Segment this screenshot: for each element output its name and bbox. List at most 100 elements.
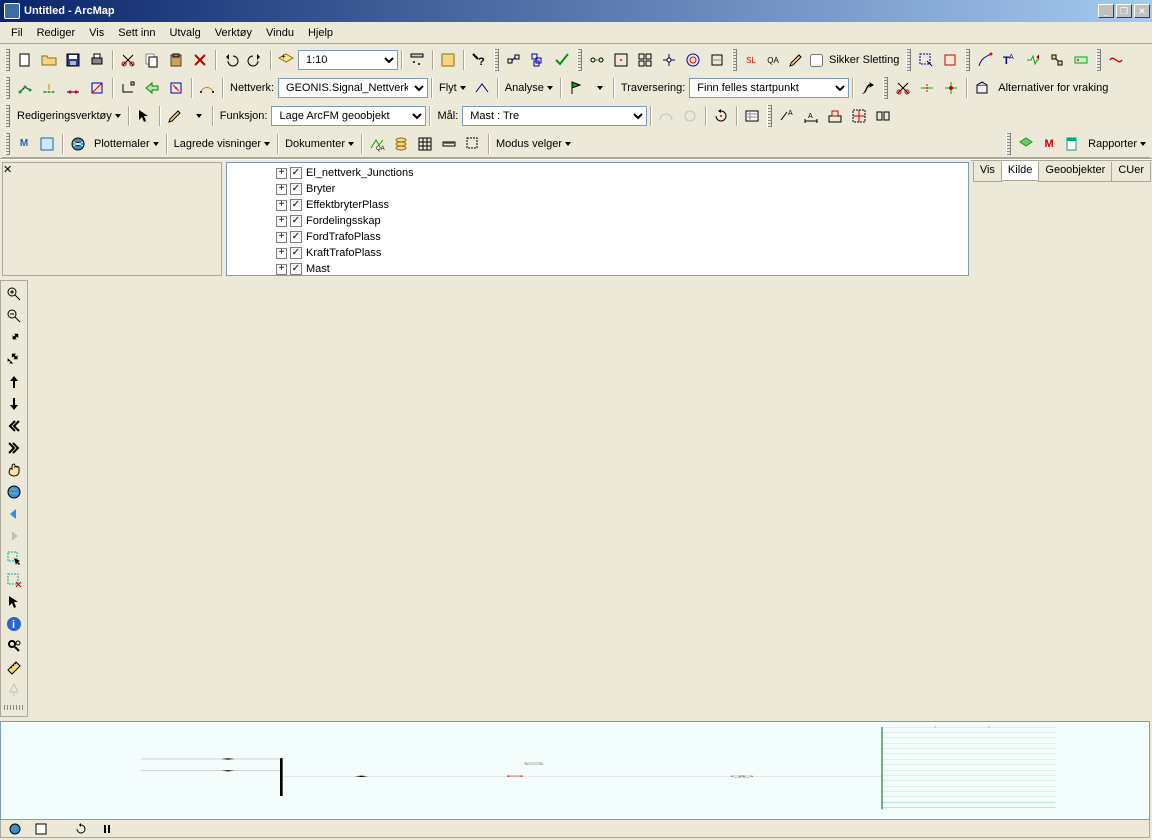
grip[interactable] (4, 705, 24, 710)
fixed-zoom-in-icon[interactable] (3, 328, 25, 348)
copy-icon[interactable] (141, 50, 163, 70)
dim-tool5-icon[interactable] (872, 106, 894, 126)
layer-checkbox[interactable] (290, 247, 302, 259)
grip[interactable] (906, 49, 911, 71)
toc-tab-geoobjekter[interactable]: Geoobjekter (1038, 162, 1112, 182)
geonis-t3-icon[interactable] (1022, 50, 1044, 70)
layout-view-icon[interactable] (32, 822, 50, 836)
menu-hjelp[interactable]: Hjelp (301, 23, 340, 42)
layer-label[interactable]: Mast (306, 263, 330, 275)
ruler-icon[interactable] (438, 134, 460, 154)
dim-tool1-icon[interactable]: A (776, 106, 798, 126)
grip[interactable] (494, 49, 499, 71)
editor-toolbar-icon[interactable] (406, 50, 428, 70)
menu-rediger[interactable]: Rediger (30, 23, 83, 42)
geonis-t5-icon[interactable] (1070, 50, 1092, 70)
scale-select[interactable]: 1:10 (298, 50, 398, 70)
full-extent-icon[interactable] (3, 482, 25, 502)
analyse-menu[interactable]: Analyse (501, 82, 557, 94)
grip[interactable] (965, 49, 970, 71)
redigeringsverktoy-menu[interactable]: Redigeringsverktøy (13, 110, 125, 122)
layer-label[interactable]: Bryter (306, 183, 335, 195)
zoom-out-icon[interactable] (3, 306, 25, 326)
grip[interactable] (5, 77, 10, 99)
print-icon[interactable] (86, 50, 108, 70)
clear-selection-icon[interactable] (3, 570, 25, 590)
close-button[interactable]: ✕ (1134, 4, 1150, 18)
layer-label[interactable]: El_nettverk_Junctions (306, 167, 414, 179)
help-icon[interactable]: ? (468, 50, 490, 70)
nettool-c-icon[interactable] (62, 78, 84, 98)
minimize-button[interactable]: _ (1098, 4, 1114, 18)
junction-icon[interactable] (940, 78, 962, 98)
arccatalog-icon[interactable] (437, 50, 459, 70)
layer-tree[interactable]: + El_nettverk_Junctions + Bryter + Effektbryt… (226, 162, 969, 276)
select-elements-icon[interactable] (3, 592, 25, 612)
sketch-dropdown[interactable] (188, 106, 208, 126)
grip[interactable] (883, 77, 888, 99)
layer-label[interactable]: EffektbryterPlass (306, 199, 389, 211)
save-icon[interactable] (62, 50, 84, 70)
traversering-select[interactable]: Finn felles startpunkt (689, 78, 849, 98)
scissors-icon[interactable] (892, 78, 914, 98)
rotate-icon[interactable] (710, 106, 732, 126)
report-m-icon[interactable]: M (1039, 134, 1059, 154)
expand-icon[interactable]: + (276, 264, 287, 275)
grip[interactable] (5, 49, 10, 71)
dim-tool2-icon[interactable]: A (800, 106, 822, 126)
dim-tool4-icon[interactable] (848, 106, 870, 126)
menu-vindu[interactable]: Vindu (259, 23, 301, 42)
paste-icon[interactable] (165, 50, 187, 70)
stack-icon[interactable] (390, 134, 412, 154)
net-tool1-icon[interactable] (586, 50, 608, 70)
find-icon[interactable] (3, 636, 25, 656)
add-layer-icon[interactable]: + (275, 50, 297, 70)
mal-select[interactable]: Mast : Tre (462, 106, 647, 126)
layer-checkbox[interactable] (290, 167, 302, 179)
prev-extent-icon[interactable] (3, 416, 25, 436)
refresh-icon[interactable] (72, 822, 90, 836)
grip[interactable] (5, 133, 10, 155)
layer-row[interactable]: + Bryter (227, 181, 968, 197)
open-icon[interactable] (38, 50, 60, 70)
report-doc-icon[interactable] (1061, 134, 1083, 154)
layer-label[interactable]: KraftTrafoPlass (306, 247, 381, 259)
sel-tool2-icon[interactable] (939, 50, 961, 70)
net-tool5-icon[interactable] (682, 50, 704, 70)
sikker-sletting-checkbox[interactable] (810, 54, 823, 67)
grip[interactable] (5, 105, 10, 127)
nettool-b-icon[interactable] (38, 78, 60, 98)
alt-vraking-label[interactable]: Alternativer for vraking (994, 82, 1112, 94)
menu-vis[interactable]: Vis (82, 23, 111, 42)
layer-row[interactable]: +KraftTrafoPlass (227, 245, 968, 261)
funksjon-select[interactable]: Lage ArcFM geoobjekt (271, 106, 426, 126)
toc-close-icon[interactable]: ✕ (3, 163, 221, 176)
split-icon[interactable] (916, 78, 938, 98)
expand-icon[interactable]: + (276, 200, 287, 211)
rapporter-menu[interactable]: Rapporter (1084, 138, 1150, 150)
expand-icon[interactable]: + (276, 184, 287, 195)
net-tool4-icon[interactable] (658, 50, 680, 70)
new-icon[interactable] (14, 50, 36, 70)
geonis-logo-icon[interactable]: M (14, 134, 34, 154)
geonis-app-icon[interactable] (36, 134, 58, 154)
snapping-icon[interactable] (503, 50, 525, 70)
measure-icon[interactable] (3, 658, 25, 678)
toc-tab-kilde[interactable]: Kilde (1001, 161, 1039, 181)
grip[interactable] (1006, 133, 1011, 155)
layer-checkbox[interactable] (290, 263, 302, 275)
select-features-icon[interactable] (3, 548, 25, 568)
flyt-menu[interactable]: Flyt (435, 82, 470, 94)
nettverk-select[interactable]: GEONIS.Signal_Nettverk (A1 (278, 78, 428, 98)
qa-tool-icon[interactable]: QA (366, 134, 388, 154)
selection-tool-icon[interactable] (462, 134, 484, 154)
delete-icon[interactable] (189, 50, 211, 70)
grip[interactable] (732, 49, 737, 71)
forward-icon[interactable] (3, 526, 25, 546)
dokumenter-menu[interactable]: Dokumenter (281, 138, 358, 150)
nettool-e-icon[interactable] (117, 78, 139, 98)
sl-icon[interactable]: SL (741, 50, 761, 70)
vraking-icon[interactable] (971, 78, 993, 98)
expand-icon[interactable]: + (276, 232, 287, 243)
trace-net-icon[interactable] (1105, 50, 1127, 70)
